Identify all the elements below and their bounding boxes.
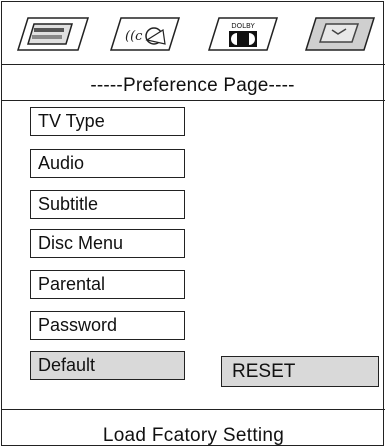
- tab-general-setup[interactable]: [16, 16, 90, 52]
- title-divider: [1, 100, 385, 101]
- page-title: -----Preference Page----: [90, 75, 295, 96]
- tab-preference-setup[interactable]: [304, 16, 376, 52]
- setup-tabs: ((c DOLBY: [2, 2, 383, 64]
- menu-item-parental[interactable]: Parental: [30, 270, 185, 299]
- menu-item-audio[interactable]: Audio: [30, 149, 185, 178]
- status-text: Load Fcatory Setting: [102, 425, 285, 446]
- svg-text:((c: ((c: [125, 29, 143, 44]
- speaker-setup-icon: ((c: [109, 17, 181, 51]
- menu-item-default[interactable]: Default: [30, 351, 185, 380]
- preference-setup-icon: [304, 17, 376, 51]
- tabs-divider: [1, 64, 385, 65]
- menu-item-subtitle[interactable]: Subtitle: [30, 190, 185, 219]
- status-divider: [1, 409, 385, 410]
- general-setup-icon: [16, 17, 90, 51]
- menu-item-password[interactable]: Password: [30, 311, 185, 340]
- tab-speaker-setup[interactable]: ((c: [109, 16, 181, 52]
- dolby-label: DOLBY: [231, 22, 255, 30]
- menu-item-disc-menu[interactable]: Disc Menu: [30, 229, 185, 258]
- reset-button[interactable]: RESET: [221, 356, 379, 387]
- dolby-setup-icon: DOLBY: [207, 17, 279, 51]
- tab-dolby-setup[interactable]: DOLBY: [207, 16, 279, 52]
- menu-item-tv-type[interactable]: TV Type: [30, 107, 185, 136]
